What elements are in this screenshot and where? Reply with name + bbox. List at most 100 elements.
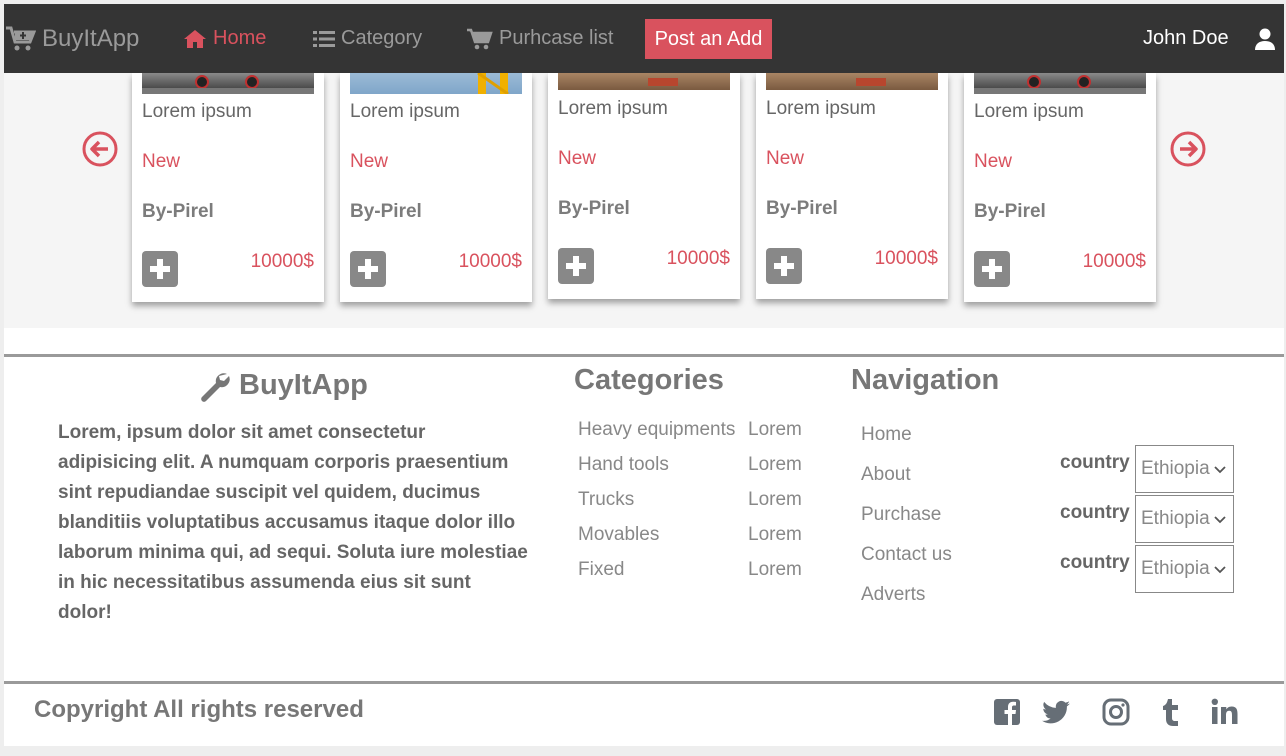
copyright-divider <box>4 681 1284 684</box>
category-extra-link[interactable]: Lorem <box>748 419 802 441</box>
card-condition: New <box>558 148 597 169</box>
cart-icon <box>6 26 36 50</box>
footer-nav-purchase[interactable]: Purchase <box>861 504 941 526</box>
add-to-list-button[interactable] <box>766 248 802 284</box>
category-extra-link[interactable]: Lorem <box>748 559 802 581</box>
product-card[interactable]: Lorem ipsum New By-Pirel 10000$ <box>756 73 948 299</box>
country-select[interactable]: Ethiopia <box>1135 545 1234 593</box>
card-price: 10000$ <box>458 251 522 272</box>
add-to-list-button[interactable] <box>558 248 594 284</box>
nav-purchase-label: Purhcase list <box>499 27 614 49</box>
card-title: Lorem ipsum <box>974 101 1084 122</box>
facebook-icon[interactable] <box>992 697 1022 727</box>
card-seller: By-Pirel <box>350 201 422 222</box>
card-price: 10000$ <box>874 248 938 269</box>
category-extra-link[interactable]: Lorem <box>748 454 802 476</box>
country-select-value: Ethiopia <box>1141 508 1210 529</box>
copyright-text: Copyright All rights reserved <box>34 696 364 723</box>
user-icon[interactable] <box>1255 28 1275 50</box>
brand-label: BuyItApp <box>42 24 140 52</box>
product-card[interactable]: Lorem ipsum New By-Pirel 10000$ <box>964 73 1156 302</box>
product-image-content <box>477 73 509 94</box>
footer-brand-label: BuyItApp <box>239 369 368 401</box>
footer-nav-adverts[interactable]: Adverts <box>861 584 925 606</box>
card-seller: By-Pirel <box>974 201 1046 222</box>
plus-icon <box>982 259 1002 279</box>
nav-purchase-list[interactable]: Purhcase list <box>467 4 614 73</box>
nav-category-label: Category <box>341 27 423 49</box>
plus-icon <box>358 259 378 279</box>
card-title: Lorem ipsum <box>350 101 460 122</box>
country-label: country <box>1060 502 1130 523</box>
country-label: country <box>1060 452 1130 473</box>
arrow-right-icon[interactable] <box>1170 131 1206 167</box>
card-title: Lorem ipsum <box>142 101 252 122</box>
category-link[interactable]: Trucks <box>578 489 634 511</box>
product-image <box>142 73 314 94</box>
card-condition: New <box>142 151 181 172</box>
instagram-icon[interactable] <box>1101 697 1131 727</box>
product-image-content <box>974 75 1146 94</box>
product-image <box>766 73 938 90</box>
brand-link[interactable]: BuyItApp <box>6 4 139 73</box>
country-select[interactable]: Ethiopia <box>1135 495 1234 543</box>
navbar: BuyItApp Home Category Purhcase list Pos… <box>4 4 1284 73</box>
footer-divider <box>4 354 1284 357</box>
page: BuyItApp Home Category Purhcase list Pos… <box>4 4 1284 746</box>
card-title: Lorem ipsum <box>766 98 876 119</box>
card-price: 10000$ <box>666 248 730 269</box>
footer-nav-about[interactable]: About <box>861 464 911 486</box>
category-link[interactable]: Movables <box>578 524 659 546</box>
product-image-content <box>142 75 314 94</box>
product-image <box>558 73 730 90</box>
add-to-list-button[interactable] <box>350 251 386 287</box>
user-name[interactable]: John Doe <box>1143 4 1229 73</box>
nav-home-label: Home <box>213 27 267 49</box>
post-ad-button[interactable]: Post an Add <box>645 19 772 59</box>
country-select[interactable]: Ethiopia <box>1135 445 1234 493</box>
twitter-icon[interactable] <box>1041 697 1071 727</box>
footer-nav-home[interactable]: Home <box>861 424 912 446</box>
category-link[interactable]: Fixed <box>578 559 624 581</box>
category-extra-link[interactable]: Lorem <box>748 524 802 546</box>
categories-title: Categories <box>574 364 724 396</box>
product-image <box>974 73 1146 94</box>
category-link[interactable]: Heavy equipments <box>578 419 735 441</box>
card-price: 10000$ <box>1082 251 1146 272</box>
footer-description: Lorem, ipsum dolor sit amet consectetur … <box>58 422 528 623</box>
linkedin-icon[interactable] <box>1210 697 1240 727</box>
product-card[interactable]: Lorem ipsum New By-Pirel 10000$ <box>548 73 740 299</box>
product-card[interactable]: Lorem ipsum New By-Pirel 10000$ <box>132 73 324 302</box>
home-icon <box>184 29 206 48</box>
card-title: Lorem ipsum <box>558 98 668 119</box>
add-to-list-button[interactable] <box>142 251 178 287</box>
tumblr-icon[interactable] <box>1155 697 1185 727</box>
card-condition: New <box>350 151 389 172</box>
arrow-left-icon[interactable] <box>82 131 118 167</box>
category-link[interactable]: Hand tools <box>578 454 669 476</box>
plus-icon <box>566 256 586 276</box>
wrench-icon <box>201 372 230 402</box>
category-extra-link[interactable]: Lorem <box>748 489 802 511</box>
card-condition: New <box>766 148 805 169</box>
product-carousel: Lorem ipsum New By-Pirel 10000$ Lorem ip… <box>4 73 1284 328</box>
card-seller: By-Pirel <box>142 201 214 222</box>
product-image-content <box>648 78 678 86</box>
plus-icon <box>774 256 794 276</box>
card-price: 10000$ <box>250 251 314 272</box>
nav-category[interactable]: Category <box>313 4 422 73</box>
nav-home[interactable]: Home <box>183 4 266 73</box>
add-to-list-button[interactable] <box>974 251 1010 287</box>
product-image <box>350 73 522 94</box>
country-label: country <box>1060 552 1130 573</box>
product-card[interactable]: Lorem ipsum New By-Pirel 10000$ <box>340 73 532 302</box>
list-icon <box>313 30 335 47</box>
chevron-down-icon <box>1214 516 1226 524</box>
footer-nav-contact[interactable]: Contact us <box>861 544 952 566</box>
plus-icon <box>150 259 170 279</box>
product-image-content <box>856 78 886 86</box>
chevron-down-icon <box>1214 566 1226 574</box>
footer-brand: BuyItApp <box>199 369 368 402</box>
country-select-value: Ethiopia <box>1141 458 1210 479</box>
country-select-value: Ethiopia <box>1141 558 1210 579</box>
